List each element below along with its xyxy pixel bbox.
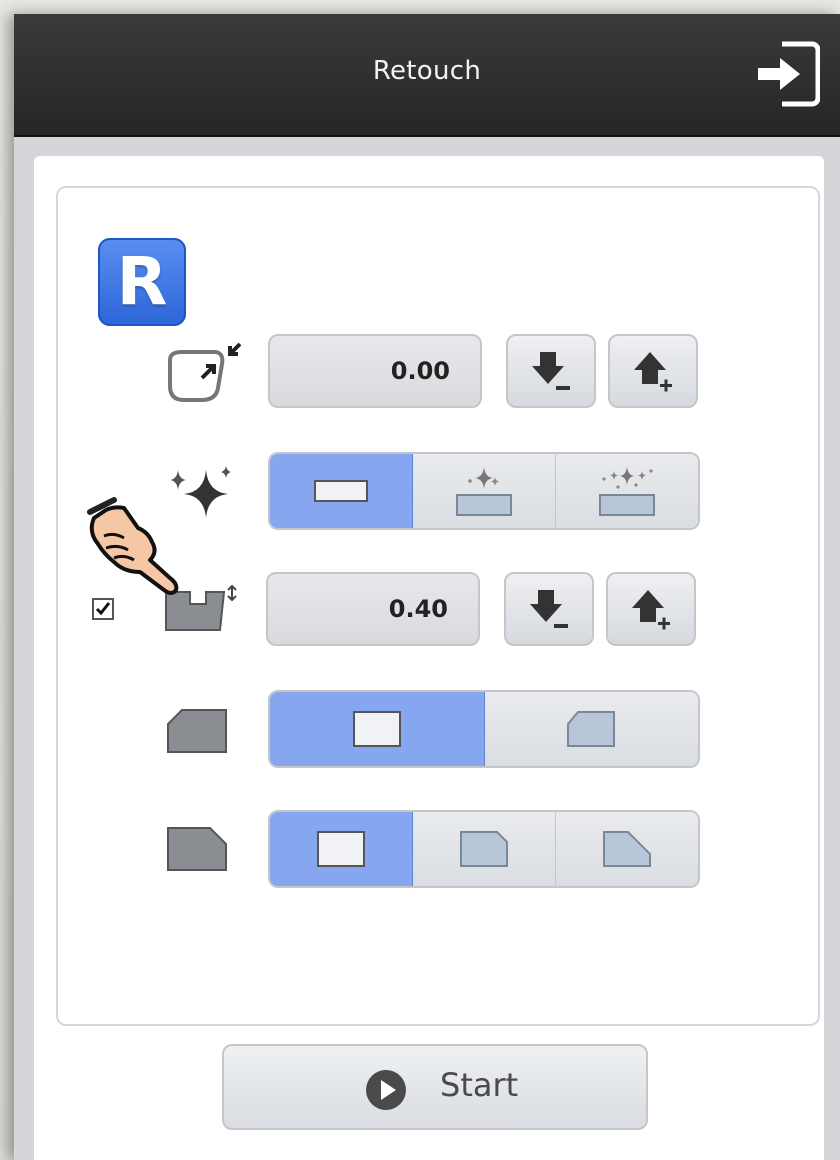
groove-increase-button[interactable] — [606, 572, 696, 646]
polish-option-light[interactable] — [413, 454, 556, 528]
exit-icon — [758, 41, 821, 107]
retouch-logo: R — [98, 238, 186, 326]
window-title: Retouch — [372, 56, 482, 86]
retouch-window: Retouch R 0.00 0.40 Start — [14, 14, 840, 1160]
bevel-option-bevel[interactable] — [484, 692, 698, 766]
bevel-edge-option-icon — [567, 711, 616, 747]
chamfer-row — [58, 810, 818, 890]
arrow-up-plus-icon — [632, 590, 670, 630]
content-area: R 0.00 0.40 Start — [34, 156, 824, 1160]
polish-none-icon — [314, 480, 368, 502]
chamfer-option-none[interactable] — [270, 812, 413, 886]
start-label: Start — [440, 1066, 519, 1104]
bevel-row — [58, 690, 818, 770]
checkmark-icon — [95, 602, 111, 616]
chamfer-option-large[interactable] — [556, 812, 698, 886]
polish-heavy-icon — [599, 467, 655, 516]
groove-decrease-button[interactable] — [504, 572, 594, 646]
size-decrease-button[interactable] — [506, 334, 596, 408]
no-chamfer-icon — [317, 831, 365, 867]
lens-shrink-icon — [168, 342, 242, 402]
arrow-up-plus-icon — [634, 352, 672, 392]
polish-light-icon — [456, 467, 512, 516]
large-chamfer-icon — [603, 831, 651, 867]
start-button[interactable]: Start — [222, 1044, 648, 1130]
size-row: 0.00 — [58, 334, 818, 414]
polish-option-heavy[interactable] — [556, 454, 698, 528]
exit-button[interactable] — [756, 38, 821, 110]
pointing-hand-icon — [87, 497, 179, 595]
flat-edge-icon — [352, 711, 401, 747]
groove-value-field[interactable]: 0.40 — [266, 572, 480, 646]
arrow-down-minus-icon — [530, 590, 568, 628]
safety-bevel-icon — [167, 827, 227, 871]
polish-option-none[interactable] — [270, 454, 413, 528]
chamfer-option-small[interactable] — [413, 812, 556, 886]
small-chamfer-icon — [460, 831, 508, 867]
bevel-edge-icon — [167, 709, 227, 753]
settings-panel: R 0.00 0.40 — [56, 186, 820, 1026]
title-bar: Retouch — [14, 14, 840, 137]
polish-segmented-control — [268, 452, 700, 530]
chamfer-segmented-control — [268, 810, 700, 888]
play-circle-icon — [366, 1070, 406, 1110]
size-value-field[interactable]: 0.00 — [268, 334, 482, 408]
size-increase-button[interactable] — [608, 334, 698, 408]
bevel-segmented-control — [268, 690, 700, 768]
bevel-option-flat[interactable] — [270, 692, 485, 766]
arrow-down-minus-icon — [532, 352, 570, 390]
